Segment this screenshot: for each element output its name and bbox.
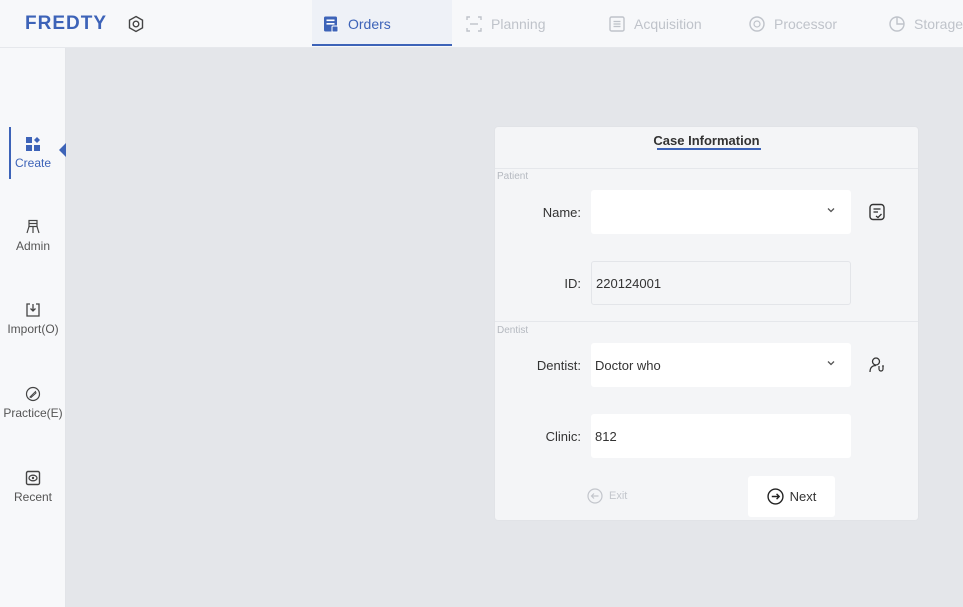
app-logo: FREDTY: [25, 13, 107, 34]
clinic-input[interactable]: 812: [591, 414, 851, 458]
case-information-card: Case Information Patient Name: ID: 22012…: [495, 127, 918, 520]
sidebar-item-import[interactable]: Import(O): [0, 291, 66, 347]
sidebar: Create Admin Import(O) Practice(E) Recen…: [0, 48, 66, 607]
id-label: ID:: [564, 276, 581, 291]
sidebar-item-label: Create: [14, 156, 52, 170]
gear-icon: [128, 15, 144, 33]
dentist-label: Dentist:: [536, 358, 581, 373]
card-title: Case Information: [653, 133, 760, 148]
create-icon: [26, 137, 40, 151]
sidebar-item-label: Practice(E): [3, 406, 63, 420]
next-label: Next: [789, 489, 817, 504]
sidebar-item-label: Recent: [13, 490, 53, 504]
tab-processor[interactable]: Processor: [748, 0, 837, 48]
tab-acquisition[interactable]: Acquisition: [608, 0, 702, 48]
tab-orders-underline: [312, 44, 452, 46]
dentist-value: Doctor who: [595, 357, 661, 373]
tab-label: Storage: [914, 16, 963, 32]
admin-icon: [26, 219, 40, 234]
divider: [495, 168, 918, 169]
divider: [495, 321, 918, 322]
arrow-left-circle-icon: [587, 488, 603, 504]
tab-label: Orders: [348, 16, 391, 32]
doctor-icon: [869, 357, 884, 373]
tab-storage[interactable]: Storage: [888, 0, 963, 48]
list-check-icon: [869, 203, 885, 221]
tab-label: Planning: [491, 16, 546, 32]
tab-planning[interactable]: Planning: [465, 0, 546, 48]
import-icon: [26, 303, 40, 317]
dentist-profile-button[interactable]: [866, 354, 888, 376]
arrow-right-circle-icon: [766, 488, 784, 505]
sidebar-item-create[interactable]: Create: [0, 125, 66, 181]
planning-icon: [466, 16, 482, 32]
patient-list-button[interactable]: [866, 201, 888, 223]
chevron-down-icon: [827, 361, 835, 366]
tab-label: Processor: [774, 16, 838, 32]
tab-orders[interactable]: Orders: [322, 0, 391, 48]
sidebar-item-label: Import(O): [7, 322, 59, 336]
recent-icon: [25, 470, 41, 486]
card-title-underline: [657, 148, 761, 150]
acquisition-icon: [609, 16, 625, 32]
sidebar-item-recent[interactable]: Recent: [0, 459, 66, 515]
next-button[interactable]: Next: [748, 476, 835, 517]
dentist-select[interactable]: Doctor who: [591, 343, 851, 387]
clinic-label: Clinic:: [545, 429, 581, 444]
id-field: 220124001: [591, 261, 851, 305]
tab-label: Acquisition: [634, 16, 702, 32]
practice-icon: [25, 386, 41, 402]
processor-icon: [749, 16, 765, 32]
exit-label: Exit: [609, 490, 628, 502]
active-indicator-arrow: [59, 143, 66, 157]
id-value: 220124001: [596, 275, 662, 291]
name-select[interactable]: [591, 190, 851, 234]
exit-button[interactable]: Exit: [587, 485, 627, 507]
top-bar: FREDTY Orders Planning Acquisition Proce…: [0, 0, 963, 48]
dentist-section-label: Dentist: [497, 325, 529, 336]
clinic-value: 812: [595, 428, 617, 444]
orders-icon: [324, 16, 339, 33]
sidebar-item-label: Admin: [15, 239, 50, 253]
settings-button[interactable]: [126, 14, 146, 34]
sidebar-item-admin[interactable]: Admin: [0, 208, 66, 264]
sidebar-item-practice[interactable]: Practice(E): [0, 375, 66, 431]
patient-section-label: Patient: [497, 171, 529, 182]
storage-icon: [889, 16, 905, 32]
name-label: Name:: [542, 205, 581, 220]
chevron-down-icon: [827, 208, 835, 213]
